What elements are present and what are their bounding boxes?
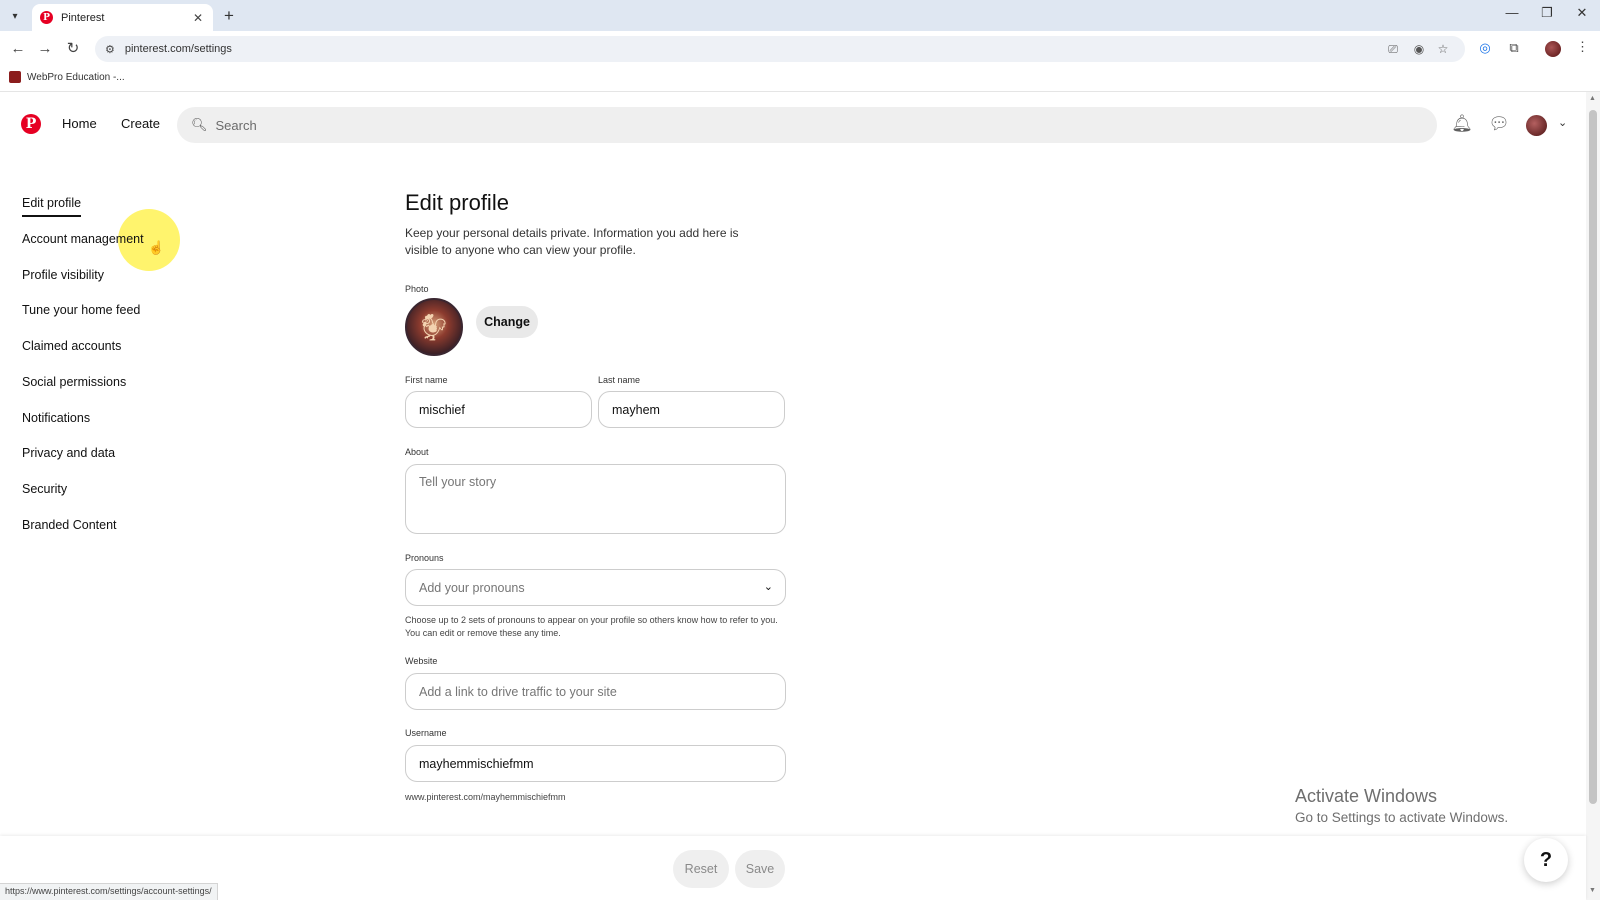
first-name-label: First name [405,375,448,385]
username-label: Username [405,728,447,738]
browser-tab[interactable]: P Pinterest ✕ [32,4,213,31]
extension-icon[interactable]: ◎ [1476,39,1494,57]
profile-avatar[interactable] [1526,115,1547,136]
activate-windows-subtitle: Go to Settings to activate Windows. [1295,810,1509,825]
change-photo-button[interactable]: Change [476,306,538,338]
search-placeholder: Search [215,117,257,133]
tab-close-icon[interactable]: ✕ [191,11,205,25]
save-button[interactable]: Save [735,850,785,888]
username-value: mayhemmischiefmm [419,756,534,771]
rooster-icon: 🐓︎ [417,311,451,342]
website-field[interactable]: Add a link to drive traffic to your site [405,673,786,710]
address-bar[interactable]: ⚙ pinterest.com/settings ⎚ ◉ ☆ [95,36,1465,62]
bookmark-star-icon[interactable]: ☆ [1435,41,1451,57]
tab-search-icon[interactable]: ▾ [6,7,24,25]
about-label: About [405,447,429,457]
restore-icon[interactable]: ❐ [1537,5,1557,21]
pinterest-favicon-icon: P [40,11,53,24]
sidebar-item-profile-visibility[interactable]: Profile visibility [22,268,104,282]
sidebar-item-tune-home-feed[interactable]: Tune your home feed [22,303,140,317]
site-info-icon[interactable]: ⚙ [105,43,115,56]
url-text: pinterest.com/settings [124,43,232,55]
sidebar-item-claimed-accounts[interactable]: Claimed accounts [22,339,121,353]
messages-icon[interactable]: 💬︎ [1488,113,1510,135]
website-label: Website [405,656,438,666]
website-placeholder: Add a link to drive traffic to your site [419,684,617,699]
scroll-down-icon[interactable]: ▼ [1589,887,1596,894]
window-close-icon[interactable]: ✕ [1572,5,1592,21]
reload-icon[interactable]: ↻ [63,39,83,59]
extensions-puzzle-icon[interactable]: ⧉ [1505,39,1523,57]
pronouns-placeholder: Add your pronouns [419,580,525,595]
sidebar-item-notifications[interactable]: Notifications [22,411,90,425]
page-description: Keep your personal details private. Info… [405,226,739,257]
reset-button[interactable]: Reset [673,850,729,888]
first-name-value: mischief [419,402,465,417]
back-icon[interactable]: ← [8,39,28,59]
nav-create[interactable]: Create [121,116,160,131]
search-input[interactable]: 🔍︎ Search [177,107,1437,143]
install-app-icon[interactable]: ⎚ [1385,41,1401,57]
about-textarea[interactable]: Tell your story [405,464,786,534]
photo-label: Photo [405,284,429,294]
sidebar-item-privacy-data[interactable]: Privacy and data [22,446,115,460]
chevron-down-icon: ⌄ [763,581,773,593]
browser-menu-icon[interactable]: ⋮ [1576,39,1589,55]
last-name-label: Last name [598,375,641,385]
sidebar-item-branded-content[interactable]: Branded Content [22,518,117,532]
scroll-up-icon[interactable]: ▲ [1589,95,1596,102]
page-title: Edit profile [405,190,509,215]
forward-icon[interactable]: → [35,39,55,59]
browser-toolbar: ← → ↻ ⚙ pinterest.com/settings ⎚ ◉ ☆ [0,31,1600,66]
bookmark-favicon-icon [9,71,21,83]
nav-home[interactable]: Home [62,116,97,131]
sidebar-item-account-management[interactable]: Account management [22,232,144,246]
browser-profile-avatar[interactable] [1545,41,1561,57]
pinterest-header: P Home Create 🔍︎ Search 🔔︎ 💬︎ ⌄ [0,92,1586,160]
minimize-icon[interactable]: — [1502,5,1522,20]
bookmark-item[interactable]: WebPro Education -... [9,71,125,83]
pronouns-select[interactable]: Add your pronouns ⌄ [405,569,786,606]
activate-windows-title: Activate Windows [1295,786,1438,806]
help-button[interactable]: ? [1524,838,1568,882]
username-field[interactable]: mayhemmischiefmm [405,745,786,782]
scroll-thumb[interactable] [1589,110,1597,804]
sidebar-item-security[interactable]: Security [22,482,67,496]
sidebar-item-edit-profile[interactable]: Edit profile [22,196,82,217]
new-tab-icon[interactable]: + [220,6,238,26]
notifications-bell-icon[interactable]: 🔔︎ [1451,113,1473,135]
tab-title: Pinterest [61,11,105,24]
last-name-value: mayhem [612,402,660,417]
sidebar-item-social-permissions[interactable]: Social permissions [22,375,126,389]
activate-windows-watermark: Activate Windows Go to Settings to activ… [1295,786,1508,825]
status-bar-url: https://www.pinterest.com/settings/accou… [0,883,218,900]
profile-photo-avatar: 🐓︎ [405,298,463,356]
bookmark-label: WebPro Education -... [27,71,125,83]
last-name-field[interactable]: mayhem [598,391,785,428]
pronouns-label: Pronouns [405,553,444,563]
browser-tab-strip: ▾ P Pinterest ✕ + — ❐ ✕ [0,0,1600,31]
pinterest-logo-icon[interactable]: P [21,114,41,134]
first-name-field[interactable]: mischief [405,391,592,428]
profile-url-text: www.pinterest.com/mayhemmischiefmm [405,792,566,802]
page-scrollbar[interactable]: ▲ ▼ [1586,92,1600,900]
tracking-eye-icon[interactable]: ◉ [1411,41,1427,57]
mouse-pointer-icon: ☝ [148,240,165,255]
search-icon: 🔍︎ [191,117,208,132]
account-chevron-down-icon[interactable]: ⌄ [1558,116,1567,129]
about-placeholder: Tell your story [419,475,497,489]
form-footer: Reset Save [0,836,1586,900]
bookmarks-bar: WebPro Education -... [0,66,1600,92]
pronouns-help-text: Choose up to 2 sets of pronouns to appea… [405,615,778,638]
